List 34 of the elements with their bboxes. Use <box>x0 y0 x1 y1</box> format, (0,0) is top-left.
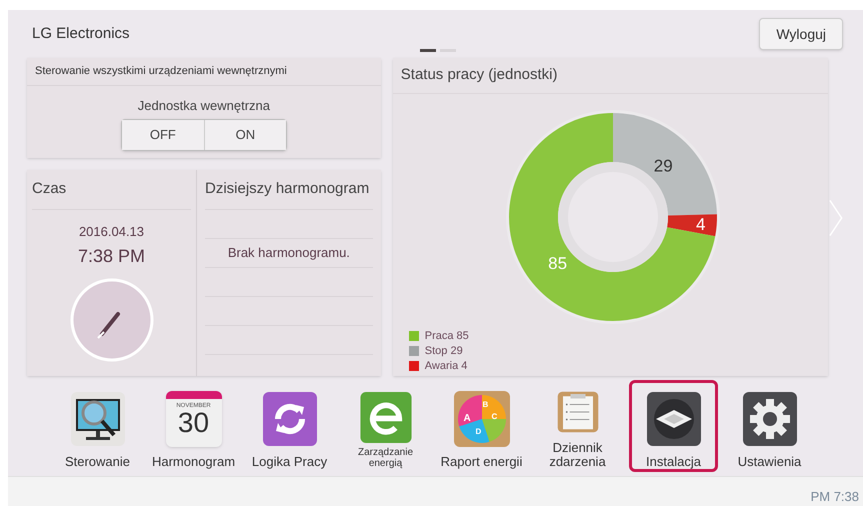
power-button[interactable]: OFF <box>122 120 204 150</box>
dock-item[interactable]: Zarządzanie energią <box>341 380 430 472</box>
letter-e-icon <box>358 391 414 444</box>
logout-button[interactable]: Wyloguj <box>759 18 843 50</box>
data-label: 85 <box>548 253 568 272</box>
date-text: 2016.04.13 <box>78 222 144 240</box>
dock-item[interactable]: Logika Pracy <box>245 380 334 472</box>
gear-icon <box>742 391 798 447</box>
time-text: 7:38 PM <box>78 245 146 268</box>
card-title: Status pracy (jednostki) <box>392 58 828 94</box>
legend-label: Awaria 4 <box>424 358 468 374</box>
ceiling-cassette-icon <box>646 391 702 447</box>
app-title: LG Electronics <box>32 24 130 44</box>
page-indicator[interactable] <box>420 49 436 52</box>
unit-label: Jednostka wewnętrzna <box>138 96 270 115</box>
monitor-magnifier-icon <box>70 391 126 447</box>
clock-icon <box>70 278 154 362</box>
card-title: Czas <box>32 170 191 210</box>
dock-item[interactable]: Dziennik zdarzenia <box>533 380 622 472</box>
card-title: Dzisiejszy harmonogram <box>205 170 373 210</box>
dock-item[interactable]: Ustawienia <box>725 380 814 472</box>
data-label: 4 <box>696 214 706 234</box>
pie-chart-icon: A B C D <box>454 391 510 447</box>
card-title: Sterowanie wszystkimi urządzeniami wewnętrznymi <box>27 58 381 86</box>
data-label: 29 <box>654 156 673 175</box>
legend-label: Stop 29 <box>424 344 463 359</box>
dock-item[interactable]: A B C D Raport energii <box>437 380 526 472</box>
power-button[interactable]: ON <box>204 120 286 150</box>
empty-schedule-text: Brak harmonogramu. <box>228 244 350 262</box>
legend-label: Praca 85 <box>424 328 469 344</box>
dock-item[interactable]: Sterowanie <box>53 380 142 472</box>
clock-text: PM 7:38 <box>810 488 859 506</box>
cycle-arrows-icon <box>262 391 318 447</box>
dock-item[interactable]: Instalacja <box>629 380 718 472</box>
